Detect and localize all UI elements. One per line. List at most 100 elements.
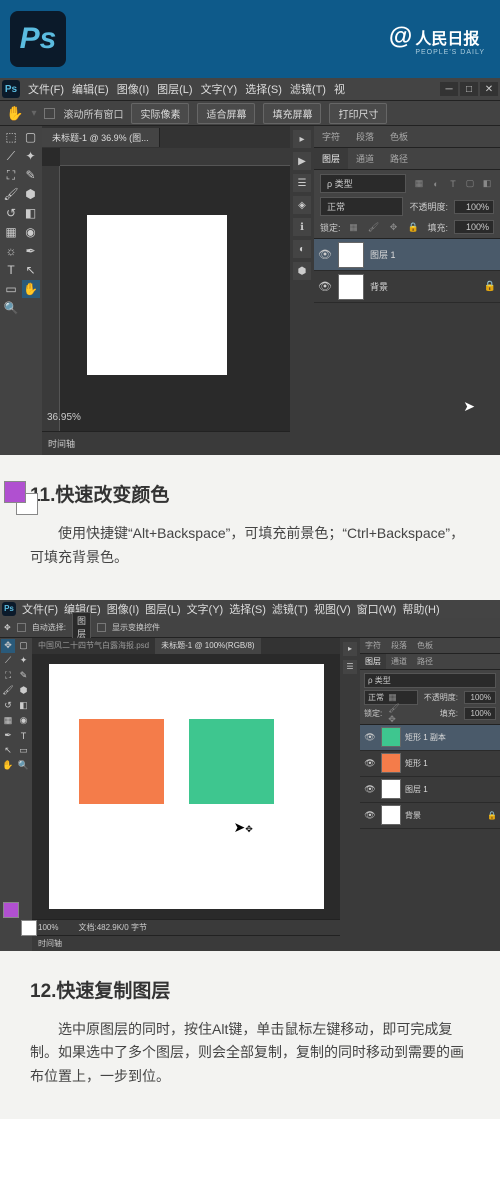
lasso-tool[interactable]: ⟋ (1, 654, 15, 668)
gradient-tool[interactable]: ▦ (2, 223, 20, 241)
blur-tool[interactable]: ◉ (17, 714, 31, 728)
gradient-tool[interactable]: ▦ (1, 714, 15, 728)
transform-checkbox[interactable] (97, 623, 106, 632)
menu-file[interactable]: 文件(F) (28, 81, 64, 97)
teal-rectangle[interactable] (189, 719, 274, 804)
wand-tool[interactable]: ✦ (22, 147, 40, 165)
move-tool[interactable]: ✥ (1, 639, 15, 653)
tab-layers[interactable]: 图层 (314, 148, 348, 169)
type-tool[interactable]: T (17, 729, 31, 743)
layer-name[interactable]: 背景 (405, 810, 421, 821)
fill-input[interactable]: 100% (454, 220, 494, 234)
pen-tool[interactable]: ✒ (1, 729, 15, 743)
horizontal-ruler[interactable] (60, 148, 290, 166)
blend-mode-dropdown[interactable]: 正常 (320, 197, 403, 216)
tab-paragraph[interactable]: 段落 (386, 638, 412, 653)
lock-pixels-icon[interactable]: 🖌 (367, 220, 381, 234)
hand-tool[interactable]: ✋ (1, 759, 15, 773)
layer-row[interactable]: 👁 背景 🔒 (314, 271, 500, 303)
path-tool[interactable]: ↖ (22, 261, 40, 279)
canvas-area[interactable]: 36.95% (42, 148, 290, 431)
layer-thumbnail[interactable] (381, 779, 401, 799)
layer-thumbnail[interactable] (381, 727, 401, 747)
layer-thumbnail[interactable] (338, 242, 364, 268)
tab-character[interactable]: 字符 (360, 638, 386, 653)
color-swatches[interactable] (4, 481, 38, 515)
canvas[interactable]: ➤✥ (49, 664, 324, 909)
layer-name[interactable]: 矩形 1 (405, 758, 428, 769)
layer-row[interactable]: 👁 矩形 1 副本 (360, 725, 500, 751)
filter-smart-icon[interactable]: ◧ (480, 177, 494, 191)
opacity-input[interactable]: 100% (464, 691, 496, 704)
actual-pixels-button[interactable]: 实际像素 (131, 103, 189, 124)
expand-icon[interactable]: ▸ (343, 642, 357, 656)
eyedropper-tool[interactable]: ✎ (17, 669, 31, 683)
fill-input[interactable]: 100% (464, 707, 496, 720)
maximize-button[interactable]: □ (460, 82, 478, 96)
blur-tool[interactable]: ◉ (22, 223, 40, 241)
visibility-icon[interactable]: 👁 (363, 732, 377, 743)
brush-tool[interactable]: 🖌 (1, 684, 15, 698)
lock-icons[interactable]: ▦🖌✥🔒 (388, 707, 402, 721)
menu-edit[interactable]: 编辑(E) (72, 81, 109, 97)
info-icon[interactable]: ℹ (293, 218, 311, 236)
layer-row[interactable]: 👁 图层 1 (360, 777, 500, 803)
history-brush-tool[interactable]: ↺ (2, 204, 20, 222)
expand-icon[interactable]: ▸ (293, 130, 311, 148)
filter-type-icon[interactable]: T (446, 177, 460, 191)
tab-channels[interactable]: 通道 (348, 148, 382, 169)
move-tool[interactable]: ⬚ (2, 128, 20, 146)
autoselect-checkbox[interactable] (17, 623, 26, 632)
history-brush-tool[interactable]: ↺ (1, 699, 15, 713)
filter-adjust-icon[interactable]: ◐ (429, 177, 443, 191)
adjust-icon[interactable]: ◐ (293, 240, 311, 258)
document-tab-1[interactable]: 中国风二十四节气白露海报.psd (32, 638, 155, 654)
menu-window[interactable]: 窗口(W) (357, 601, 397, 617)
zoom-tool[interactable]: 🔍 (2, 299, 20, 317)
wand-tool[interactable]: ✦ (17, 654, 31, 668)
canvas[interactable] (87, 215, 227, 375)
styles-icon[interactable]: ⬢ (293, 262, 311, 280)
brush-tool[interactable]: 🖌 (2, 185, 20, 203)
opacity-input[interactable]: 100% (454, 200, 494, 214)
eyedropper-tool[interactable]: ✎ (22, 166, 40, 184)
tab-character[interactable]: 字符 (314, 126, 348, 147)
fit-screen-button[interactable]: 适合屏幕 (197, 103, 255, 124)
fill-screen-button[interactable]: 填充屏幕 (263, 103, 321, 124)
layer-thumbnail[interactable] (381, 805, 401, 825)
layer-kind-filter[interactable]: ρ 类型 (364, 673, 496, 688)
tab-swatches[interactable]: 色板 (382, 126, 416, 147)
layer-name[interactable]: 背景 (370, 280, 388, 293)
hand-tool[interactable]: ✋ (22, 280, 40, 298)
visibility-icon[interactable]: 👁 (318, 248, 332, 261)
shape-tool[interactable]: ▭ (2, 280, 20, 298)
layer-row[interactable]: 👁 矩形 1 (360, 751, 500, 777)
scroll-all-checkbox[interactable] (44, 108, 55, 119)
layer-thumbnail[interactable] (381, 753, 401, 773)
stamp-tool[interactable]: ⬢ (22, 185, 40, 203)
visibility-icon[interactable]: 👁 (363, 810, 377, 821)
menu-help[interactable]: 帮助(H) (402, 601, 439, 617)
print-size-button[interactable]: 打印尺寸 (329, 103, 387, 124)
menu-layer[interactable]: 图层(L) (157, 81, 192, 97)
eraser-tool[interactable]: ◧ (17, 699, 31, 713)
orange-rectangle[interactable] (79, 719, 164, 804)
tab-paragraph[interactable]: 段落 (348, 126, 382, 147)
layer-name[interactable]: 图层 1 (405, 784, 428, 795)
menu-layer[interactable]: 图层(L) (145, 601, 180, 617)
tab-swatches[interactable]: 色板 (412, 638, 438, 653)
dodge-tool[interactable]: ☼ (2, 242, 20, 260)
menu-type[interactable]: 文字(Y) (187, 601, 224, 617)
close-button[interactable]: ✕ (480, 82, 498, 96)
document-tab[interactable]: 未标题-1 @ 36.9% (图... (42, 128, 160, 147)
canvas-area[interactable]: ➤✥ (32, 654, 340, 919)
lasso-tool[interactable]: ⟋ (2, 147, 20, 165)
tab-layers[interactable]: 图层 (360, 654, 386, 669)
menu-filter[interactable]: 滤镜(T) (272, 601, 308, 617)
lock-position-icon[interactable]: ✥ (387, 220, 401, 234)
timeline-panel[interactable]: 时间轴 (42, 431, 290, 455)
menu-file[interactable]: 文件(F) (22, 601, 58, 617)
menu-filter[interactable]: 滤镜(T) (290, 81, 326, 97)
type-tool[interactable]: T (2, 261, 20, 279)
menu-select[interactable]: 选择(S) (229, 601, 266, 617)
